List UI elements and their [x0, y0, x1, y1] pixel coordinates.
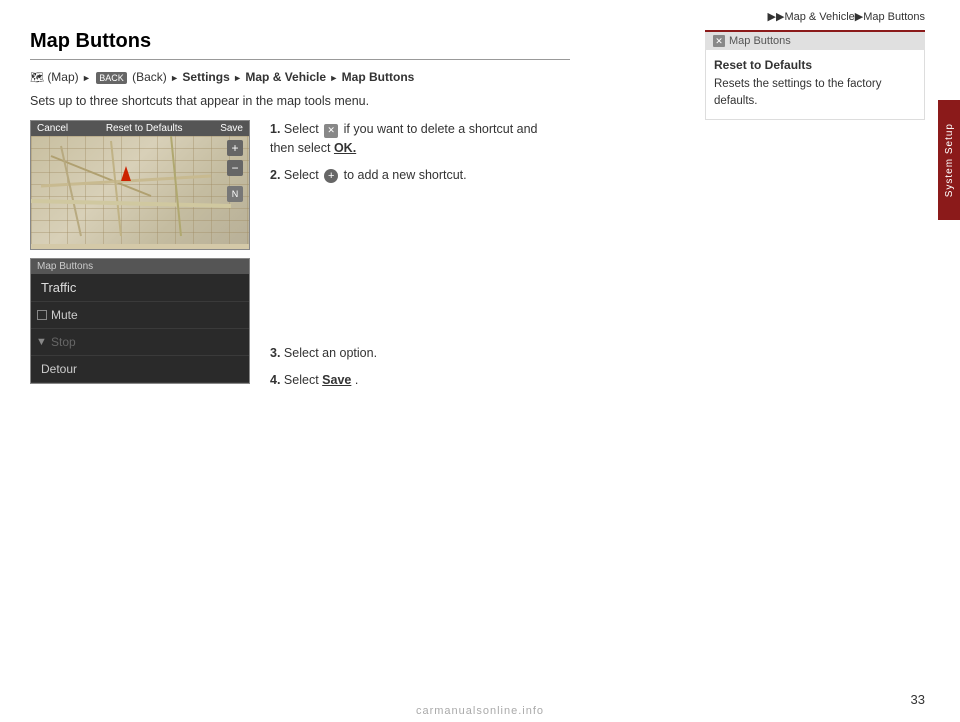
right-panel-title: Map Buttons: [729, 35, 791, 47]
save-button[interactable]: Save: [220, 123, 243, 134]
nav-arrow2-icon: ►: [170, 73, 179, 83]
down-arrow-icon: ▼: [36, 336, 47, 348]
nav-arrow4-icon: ►: [329, 73, 338, 83]
map-buttons-list-header: Map Buttons: [31, 259, 249, 274]
detour-label: Detour: [41, 362, 77, 376]
map-buttons-list: Map Buttons Traffic Mute ▼ Stop Detour: [30, 258, 250, 384]
list-item[interactable]: Traffic: [31, 274, 249, 302]
breadcrumb: ▶▶Map & Vehicle▶Map Buttons: [768, 10, 925, 23]
add-icon: +: [324, 169, 338, 183]
page-number: 33: [911, 692, 925, 707]
nav-arrow3-icon: ►: [233, 73, 242, 83]
list-item[interactable]: Mute: [31, 302, 249, 329]
sidebar-tab: System Setup: [938, 100, 960, 220]
reset-defaults-button[interactable]: Reset to Defaults: [106, 123, 183, 134]
nav-map-buttons: Map Buttons: [342, 70, 415, 84]
reset-defaults-text: Resets the settings to the factory defau…: [714, 76, 916, 111]
step3: 3. Select an option.: [270, 344, 560, 363]
map-roads: [31, 136, 249, 244]
step2: 2. Select + to add a new shortcut.: [270, 166, 560, 185]
nav-settings: Settings: [182, 70, 229, 84]
right-panel: ✕ Map Buttons Reset to Defaults Resets t…: [705, 30, 925, 120]
map-toolbar: Cancel Reset to Defaults Save: [31, 121, 249, 136]
nav-map-label: (Map): [47, 70, 78, 84]
instructions-panel: 1. Select ✕ if you want to delete a shor…: [270, 120, 560, 398]
nav-arrow-icon: ►: [82, 73, 91, 83]
reset-defaults-title: Reset to Defaults: [714, 58, 916, 72]
description: Sets up to three shortcuts that appear i…: [30, 94, 570, 108]
nav-map-vehicle: Map & Vehicle: [245, 70, 326, 84]
list-item[interactable]: ▼ Stop: [31, 329, 249, 356]
main-content: Map Buttons 🗺 (Map) ► BACK (Back) ► Sett…: [30, 30, 570, 398]
nav-path: 🗺 (Map) ► BACK (Back) ► Settings ► Map &…: [30, 70, 570, 84]
nav-back-label: (Back): [132, 70, 167, 84]
mute-checkbox: [37, 310, 47, 320]
mute-label: Mute: [51, 308, 78, 322]
cancel-button[interactable]: Cancel: [37, 123, 68, 134]
nav-map-icon: 🗺: [30, 72, 44, 84]
right-panel-x-icon: ✕: [713, 35, 725, 47]
step4: 4. Select Save .: [270, 371, 560, 390]
page-title: Map Buttons: [30, 30, 570, 60]
traffic-label: Traffic: [41, 280, 76, 295]
right-panel-content: Reset to Defaults Resets the settings to…: [705, 50, 925, 120]
delete-icon: ✕: [324, 124, 338, 138]
stop-label: Stop: [51, 335, 76, 349]
step3-4-container: 3. Select an option. 4. Select Save .: [270, 344, 560, 390]
right-panel-header: ✕ Map Buttons: [705, 30, 925, 50]
map-screenshot: Cancel Reset to Defaults Save + − N: [30, 120, 250, 250]
nav-back-icon: BACK: [96, 72, 127, 84]
map-body: + − N: [31, 136, 249, 244]
step1: 1. Select ✕ if you want to delete a shor…: [270, 120, 560, 158]
watermark: carmanualsonline.info: [416, 705, 544, 717]
list-item[interactable]: Detour: [31, 356, 249, 383]
